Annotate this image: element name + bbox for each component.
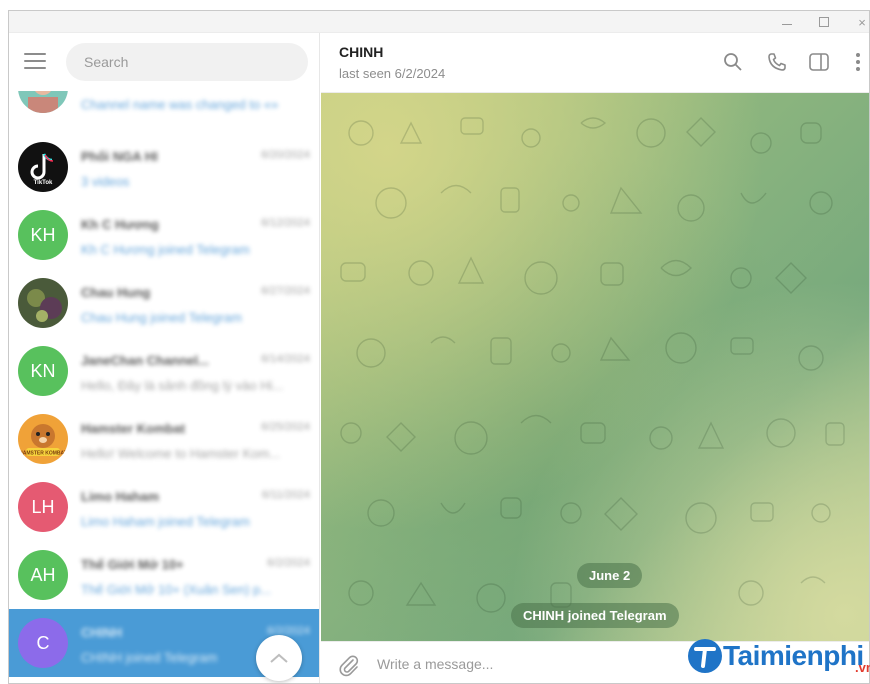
chat-date: 6/11/2024 (261, 489, 310, 501)
maximize-button[interactable] (806, 11, 842, 33)
close-icon: × (858, 14, 866, 30)
avatar: KH (18, 210, 68, 260)
chat-preview: Thế Giới Mở 10+ (Xuân Sen) p... (81, 582, 272, 597)
chat-name: CHINH (81, 625, 123, 640)
chat-item-4[interactable]: Chau Hung 6/27/2024 Chau Hung joined Tel… (9, 269, 319, 337)
chat-name: JaneChan Channel... (81, 353, 209, 368)
sidebar-toggle-icon[interactable] (806, 49, 832, 75)
avatar (18, 278, 68, 328)
avatar-photo-icon (27, 289, 62, 322)
watermark-t-icon (688, 639, 722, 673)
chat-name: Thế Giới Mở 10+ (81, 557, 184, 572)
avatar: HAMSTER KOMBAT (18, 414, 68, 464)
close-button[interactable]: × (844, 11, 869, 33)
menu-icon[interactable] (24, 53, 46, 71)
maximize-icon (819, 17, 829, 27)
chat-date: 6/14/2024 (261, 353, 310, 365)
watermark-logo: Taimienphi .vn (687, 636, 870, 676)
chat-name: Phối NGA HI (81, 149, 158, 164)
message-input[interactable]: Write a message... (377, 656, 493, 672)
search-placeholder: Search (84, 54, 129, 70)
svg-text:HAMSTER KOMBAT: HAMSTER KOMBAT (19, 451, 67, 457)
avatar: AH (18, 550, 68, 600)
scroll-to-top-button[interactable] (256, 635, 302, 681)
chat-preview: 3 videos (81, 174, 130, 189)
tiktok-logo-icon: TikTok (30, 153, 54, 186)
chat-name: Hamster Kombat (81, 421, 186, 436)
avatar: KN (18, 346, 68, 396)
chat-preview: Hello! Welcome to Hamster Kom... (81, 446, 281, 461)
chat-preview: Channel name was changed to «» (81, 97, 279, 112)
chat-name: Limo Haham (81, 489, 160, 504)
chat-date: 6/27/2024 (261, 285, 310, 297)
telegram-window: × Search Channel name was changed to «» (8, 10, 870, 684)
message-area: June 2 CHINH joined Telegram (321, 93, 869, 641)
chat-date: 6/25/2024 (261, 421, 310, 433)
sidebar-header: Search (9, 33, 319, 91)
avatar: C (18, 618, 68, 668)
chat-preview: Hello, Đây là sảnh đồng lý vào Hi... (81, 378, 284, 393)
chat-list-panel: Search Channel name was changed to «» Ti… (9, 33, 320, 683)
conversation-header: CHINH last seen 6/2/2024 (321, 33, 869, 93)
more-options-icon[interactable] (845, 49, 869, 75)
chat-date: 6/20/2024 (261, 149, 310, 161)
chat-date: 6/2/2024 (267, 557, 310, 569)
paperclip-icon[interactable] (337, 653, 361, 677)
doodle-pattern-icon (340, 117, 845, 613)
avatar: TikTok (18, 142, 68, 192)
hamster-logo-icon: HAMSTER KOMBAT (19, 424, 67, 457)
avatar: LH (18, 482, 68, 532)
title-bar: × (9, 11, 869, 33)
chat-name: Chau Hung (81, 285, 151, 300)
peer-status: last seen 6/2/2024 (339, 66, 446, 81)
chat-name: Kh C Hương (81, 217, 159, 232)
chat-item-8[interactable]: AH Thế Giới Mở 10+ 6/2/2024 Thế Giới Mở … (9, 541, 319, 609)
service-message: CHINH joined Telegram (511, 603, 679, 628)
chat-item-6[interactable]: HAMSTER KOMBAT Hamster Kombat 6/25/2024 … (9, 405, 319, 473)
chat-date: 6/12/2024 (261, 217, 310, 229)
chat-preview: Kh C Hương joined Telegram (81, 242, 250, 257)
chat-item-3[interactable]: KH Kh C Hương 6/12/2024 Kh C Hương joine… (9, 201, 319, 269)
chat-list: Channel name was changed to «» TikTok Ph… (9, 63, 319, 677)
search-icon[interactable] (720, 49, 746, 75)
chat-preview: Chau Hung joined Telegram (81, 310, 242, 325)
minimize-icon (782, 23, 792, 25)
minimize-button[interactable] (769, 11, 805, 33)
chat-item-2[interactable]: TikTok Phối NGA HI 6/20/2024 3 videos (9, 133, 319, 201)
watermark-text: Taimienphi (723, 640, 864, 671)
chat-preview: Limo Haham joined Telegram (81, 514, 250, 529)
chat-item-5[interactable]: KN JaneChan Channel... 6/14/2024 Hello, … (9, 337, 319, 405)
conversation-panel: CHINH last seen 6/2/2024 June 2 CHINH jo… (321, 33, 869, 683)
peer-name[interactable]: CHINH (339, 44, 383, 60)
watermark-suffix: .vn (855, 660, 870, 675)
search-input[interactable]: Search (66, 43, 308, 81)
chevron-up-icon (270, 653, 288, 663)
svg-text:TikTok: TikTok (34, 180, 53, 186)
phone-icon[interactable] (764, 49, 790, 75)
date-separator: June 2 (577, 563, 643, 588)
chat-item-7[interactable]: LH Limo Haham 6/11/2024 Limo Haham joine… (9, 473, 319, 541)
